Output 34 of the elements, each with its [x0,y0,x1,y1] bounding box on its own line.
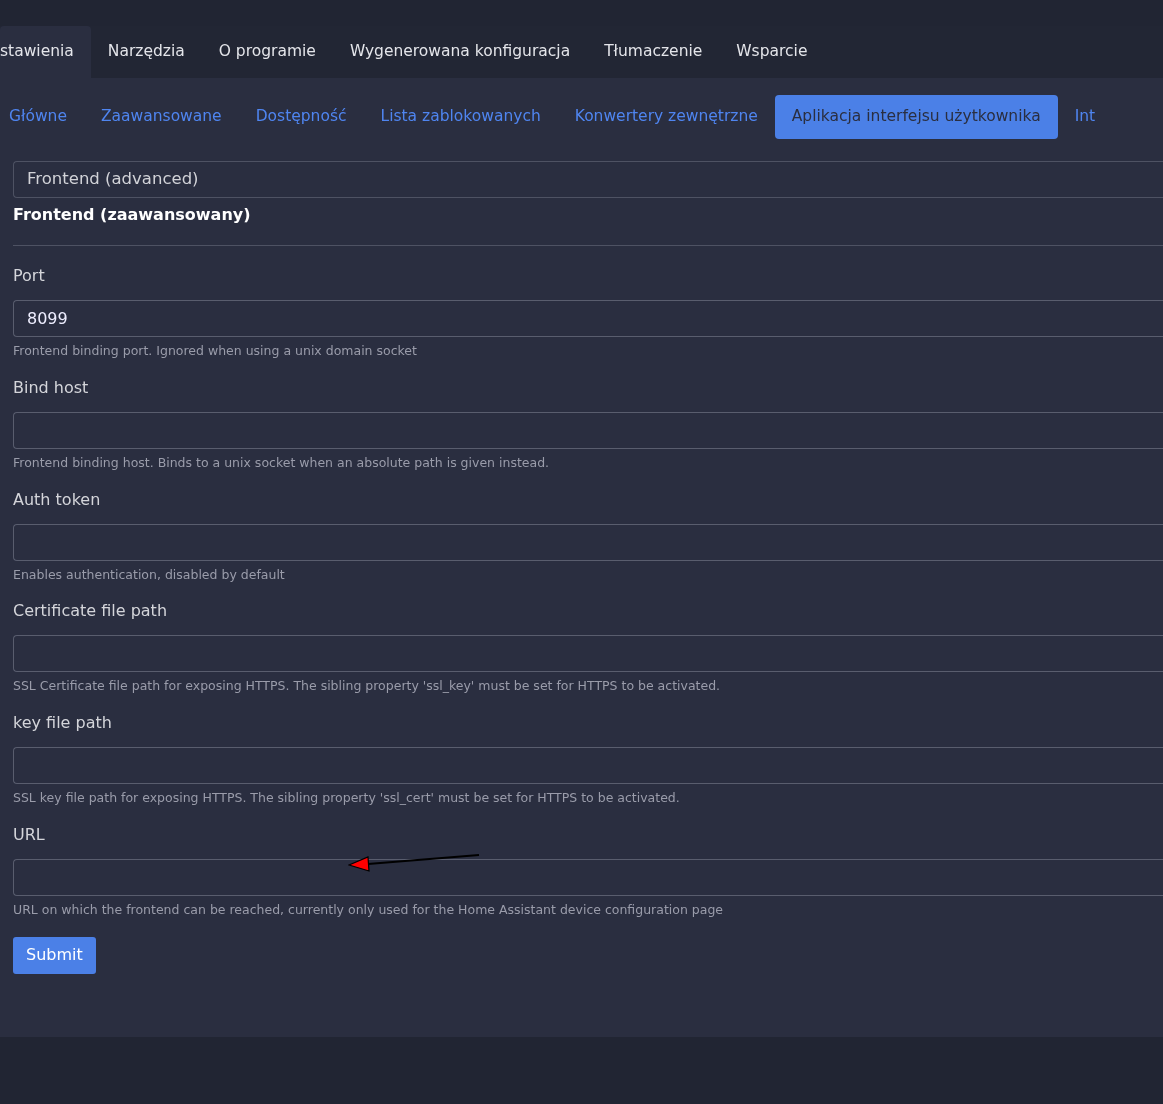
input-field[interactable] [13,858,1163,896]
help-text: URL on which the frontend can be reached, currently only used for the Home Assistant device configuration page [13,900,725,919]
help-text: SSL Certificate file path for exposing HTTPS. The sibling property 'ssl_key' must be set for HTTPS to be activated. [13,677,722,696]
settings-tab[interactable]: Główne [0,95,84,139]
field-label: URL [13,823,46,846]
settings-tab[interactable]: Zaawansowane [83,95,239,139]
field-label: key file path [13,712,113,734]
input-field[interactable]: 8099 [13,300,1163,337]
help-text: Frontend binding host. Binds to a unix socket when an absolute path is given instead. [13,453,551,472]
nav-tab[interactable]: Wygenerowana konfiguracja [332,26,588,78]
help-text: Frontend binding port. Ignored when using a unix domain socket [13,342,418,360]
input-field[interactable] [13,635,1163,673]
input-field[interactable] [13,747,1163,784]
help-text: Enables authentication, disabled by default [13,565,286,584]
nav-tab[interactable]: Wsparcie [719,26,825,78]
settings-tab[interactable]: Int [1057,95,1113,139]
input-field[interactable] [13,411,1163,449]
nav-tab[interactable]: O programie [201,26,333,78]
field-label: Auth token [13,488,102,511]
help-text: SSL key file path for exposing HTTPS. The sibling property 'ssl_cert' must be set for HTTPS to be activated. [13,789,681,807]
nav-tab[interactable]: Narzędzia [90,26,202,78]
section-title: Frontend (zaawansowany) [13,204,252,226]
section-header: Frontend (advanced) [13,161,1163,198]
field-label: Port [13,265,46,287]
settings-tab[interactable]: Lista zablokowanych [363,95,558,139]
field-label: Certificate file path [13,600,169,623]
settings-tab[interactable]: Aplikacja interfejsu użytkownika [774,95,1058,139]
settings-tab[interactable]: Konwertery zewnętrzne [557,95,775,139]
nav-tab[interactable]: stawienia [0,26,91,78]
submit-button[interactable]: Submit [13,936,96,974]
input-field[interactable] [13,523,1163,561]
field-label: Bind host [13,376,90,399]
settings-tab[interactable]: Dostępność [238,95,364,139]
nav-tab[interactable]: Tłumaczenie [587,26,720,78]
